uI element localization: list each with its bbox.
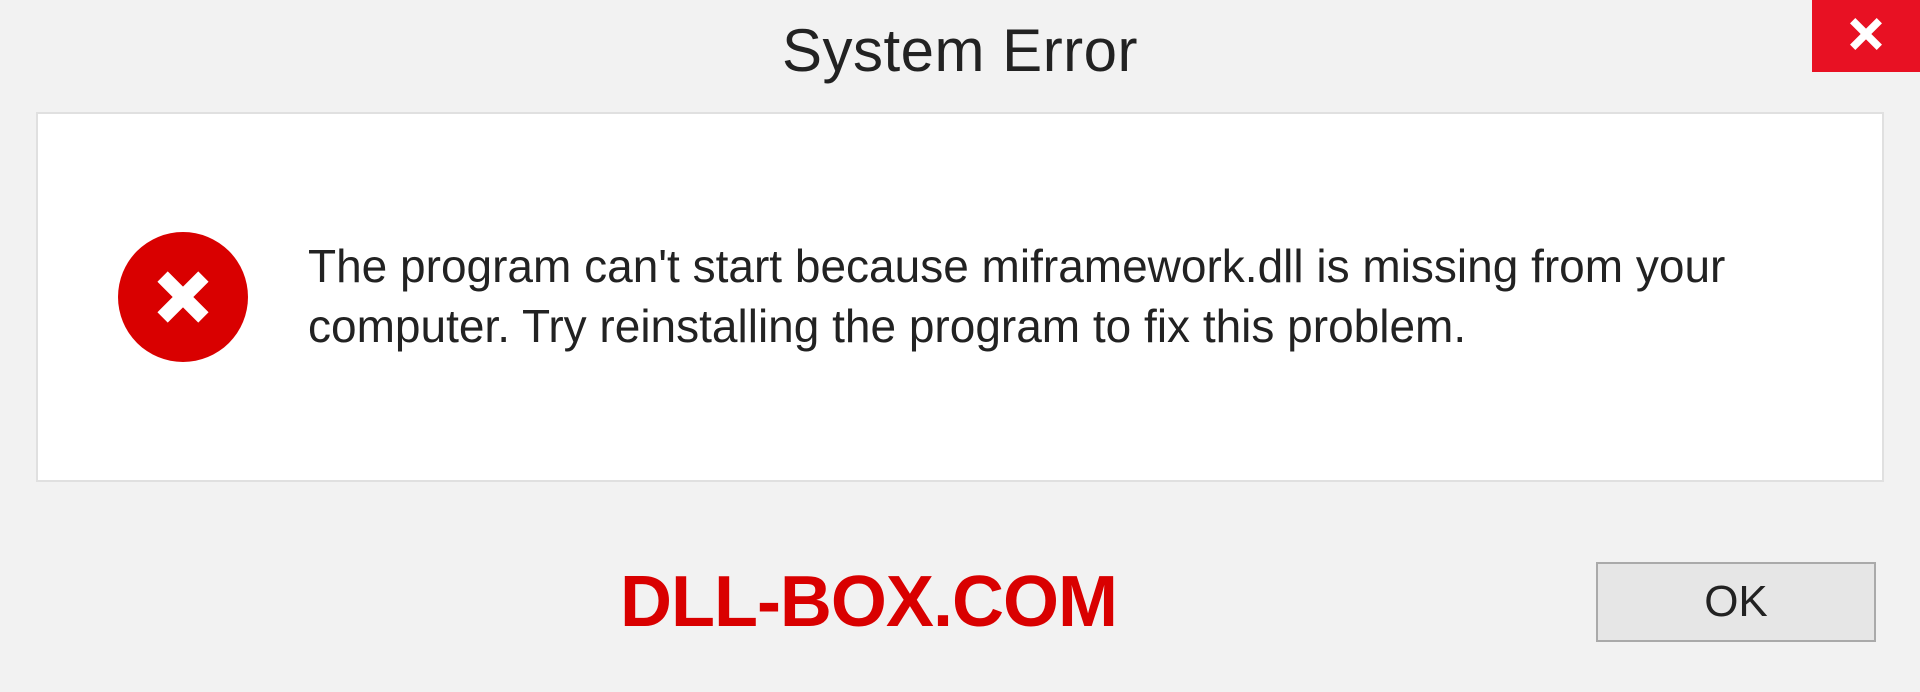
error-dialog: System Error The program can't start bec… [0,0,1920,692]
ok-button[interactable]: OK [1596,562,1876,642]
titlebar: System Error [0,0,1920,100]
error-message: The program can't start because miframew… [308,237,1802,357]
dialog-title: System Error [782,16,1138,85]
message-panel: The program can't start because miframew… [36,112,1884,482]
dialog-footer: DLL-BOX.COM OK [0,512,1920,692]
close-icon [1846,14,1886,59]
watermark-text: DLL-BOX.COM [620,561,1117,643]
error-icon [118,232,248,362]
close-button[interactable] [1812,0,1920,72]
